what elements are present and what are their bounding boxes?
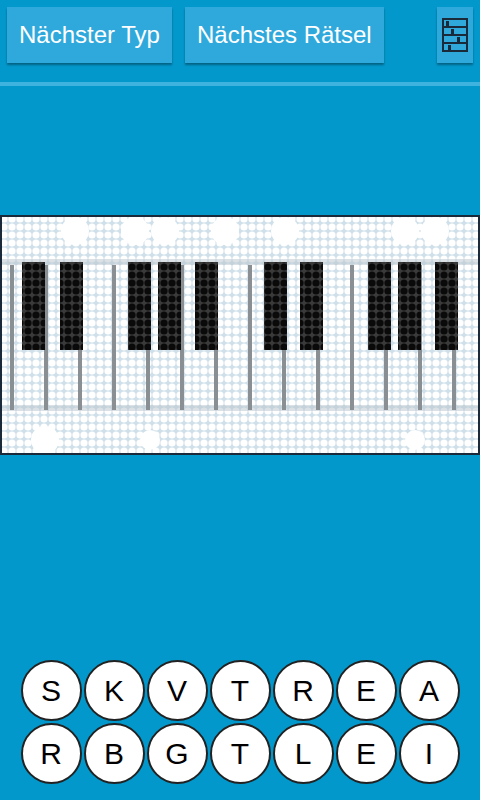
letter-tile[interactable]: E bbox=[336, 723, 397, 784]
letter-tiles: SKVTREARBGTLEI bbox=[0, 660, 480, 784]
bookshelf-icon bbox=[442, 18, 468, 52]
letter-row: SKVTREA bbox=[21, 660, 460, 721]
letter-tile[interactable]: I bbox=[399, 723, 460, 784]
puzzle-picture bbox=[0, 215, 480, 455]
top-button[interactable]: Nächster Typ bbox=[7, 7, 172, 63]
letter-tile[interactable]: G bbox=[147, 723, 208, 784]
library-button[interactable] bbox=[437, 7, 473, 63]
divider bbox=[0, 82, 480, 86]
letter-tile[interactable]: T bbox=[210, 660, 271, 721]
top-bar: Nächster TypNächstes Rätsel bbox=[0, 0, 480, 63]
letter-tile[interactable]: K bbox=[84, 660, 145, 721]
top-button[interactable]: Nächstes Rätsel bbox=[185, 7, 384, 63]
letter-tile[interactable]: L bbox=[273, 723, 334, 784]
letter-tile[interactable]: V bbox=[147, 660, 208, 721]
letter-tile[interactable]: E bbox=[336, 660, 397, 721]
app-screen: Nächster TypNächstes RätselSKVTREARBGTLE… bbox=[0, 0, 480, 800]
letter-tile[interactable]: S bbox=[21, 660, 82, 721]
letter-tile[interactable]: B bbox=[84, 723, 145, 784]
letter-tile[interactable]: A bbox=[399, 660, 460, 721]
letter-tile[interactable]: R bbox=[21, 723, 82, 784]
letter-tile[interactable]: R bbox=[273, 660, 334, 721]
letter-row: RBGTLEI bbox=[21, 723, 460, 784]
letter-tile[interactable]: T bbox=[210, 723, 271, 784]
